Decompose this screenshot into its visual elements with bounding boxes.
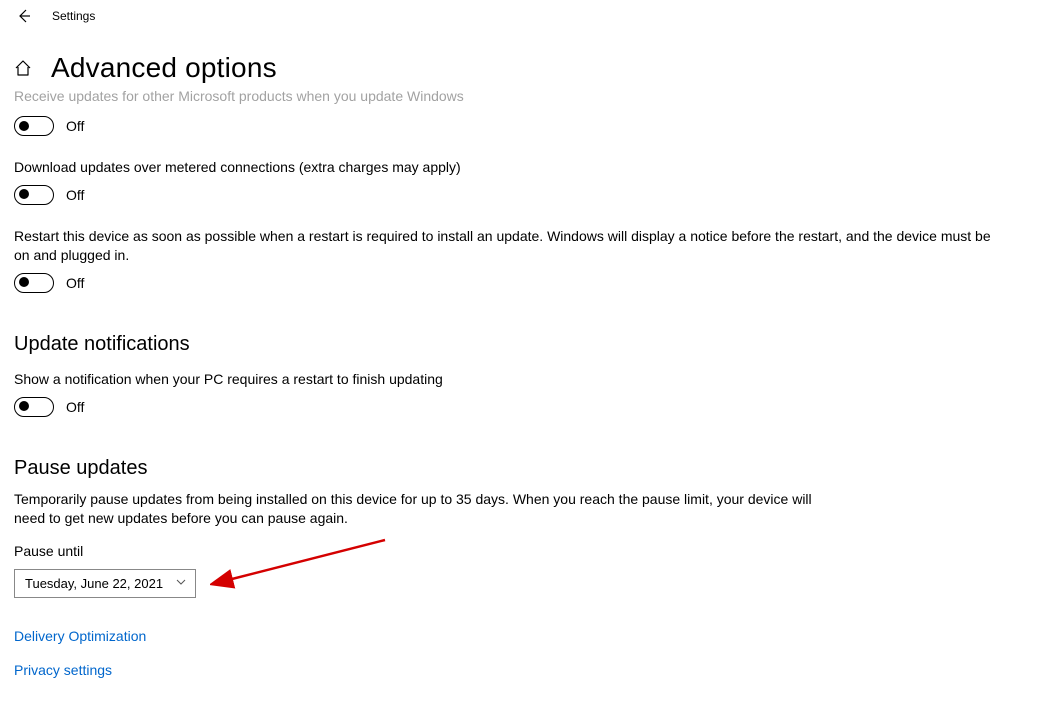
toggle-state-label: Off [66, 118, 84, 134]
pause-description: Temporarily pause updates from being ins… [14, 490, 814, 529]
home-button[interactable] [13, 58, 33, 78]
toggle-knob [19, 401, 29, 411]
link-privacy-settings[interactable]: Privacy settings [14, 662, 1006, 678]
pause-until-label: Pause until [14, 543, 1006, 559]
setting-label-receive-other: Receive updates for other Microsoft prod… [14, 88, 1006, 104]
page-title: Advanced options [51, 52, 277, 84]
toggle-row-receive-other: Off [14, 116, 1006, 136]
heading-pause: Pause updates [14, 457, 1006, 480]
pause-until-dropdown[interactable]: Tuesday, June 22, 2021 [14, 569, 196, 598]
toggle-knob [19, 277, 29, 287]
toggle-row-show-restart: Off [14, 397, 1006, 417]
page-header: Advanced options [0, 32, 1048, 84]
toggle-receive-other[interactable] [14, 116, 54, 136]
toggle-row-restart: Off [14, 273, 1006, 293]
toggle-state-label: Off [66, 399, 84, 415]
toggle-metered[interactable] [14, 185, 54, 205]
arrow-left-icon [16, 8, 32, 24]
setting-label-metered: Download updates over metered connection… [14, 158, 1006, 177]
toggle-state-label: Off [66, 187, 84, 203]
setting-label-restart: Restart this device as soon as possible … [14, 227, 1006, 265]
back-button[interactable] [10, 2, 38, 30]
title-bar: Settings [0, 0, 1048, 32]
link-delivery-optimization[interactable]: Delivery Optimization [14, 628, 1006, 644]
window-title: Settings [52, 9, 95, 23]
toggle-row-metered: Off [14, 185, 1006, 205]
heading-notifications: Update notifications [14, 333, 1006, 356]
content-area: Receive updates for other Microsoft prod… [0, 92, 1020, 678]
home-icon [13, 58, 33, 78]
chevron-down-icon [175, 576, 187, 591]
toggle-show-restart[interactable] [14, 397, 54, 417]
dropdown-selected-value: Tuesday, June 22, 2021 [25, 576, 163, 591]
toggle-state-label: Off [66, 275, 84, 291]
toggle-knob [19, 121, 29, 131]
toggle-restart[interactable] [14, 273, 54, 293]
toggle-knob [19, 189, 29, 199]
setting-label-show-restart: Show a notification when your PC require… [14, 370, 1006, 389]
